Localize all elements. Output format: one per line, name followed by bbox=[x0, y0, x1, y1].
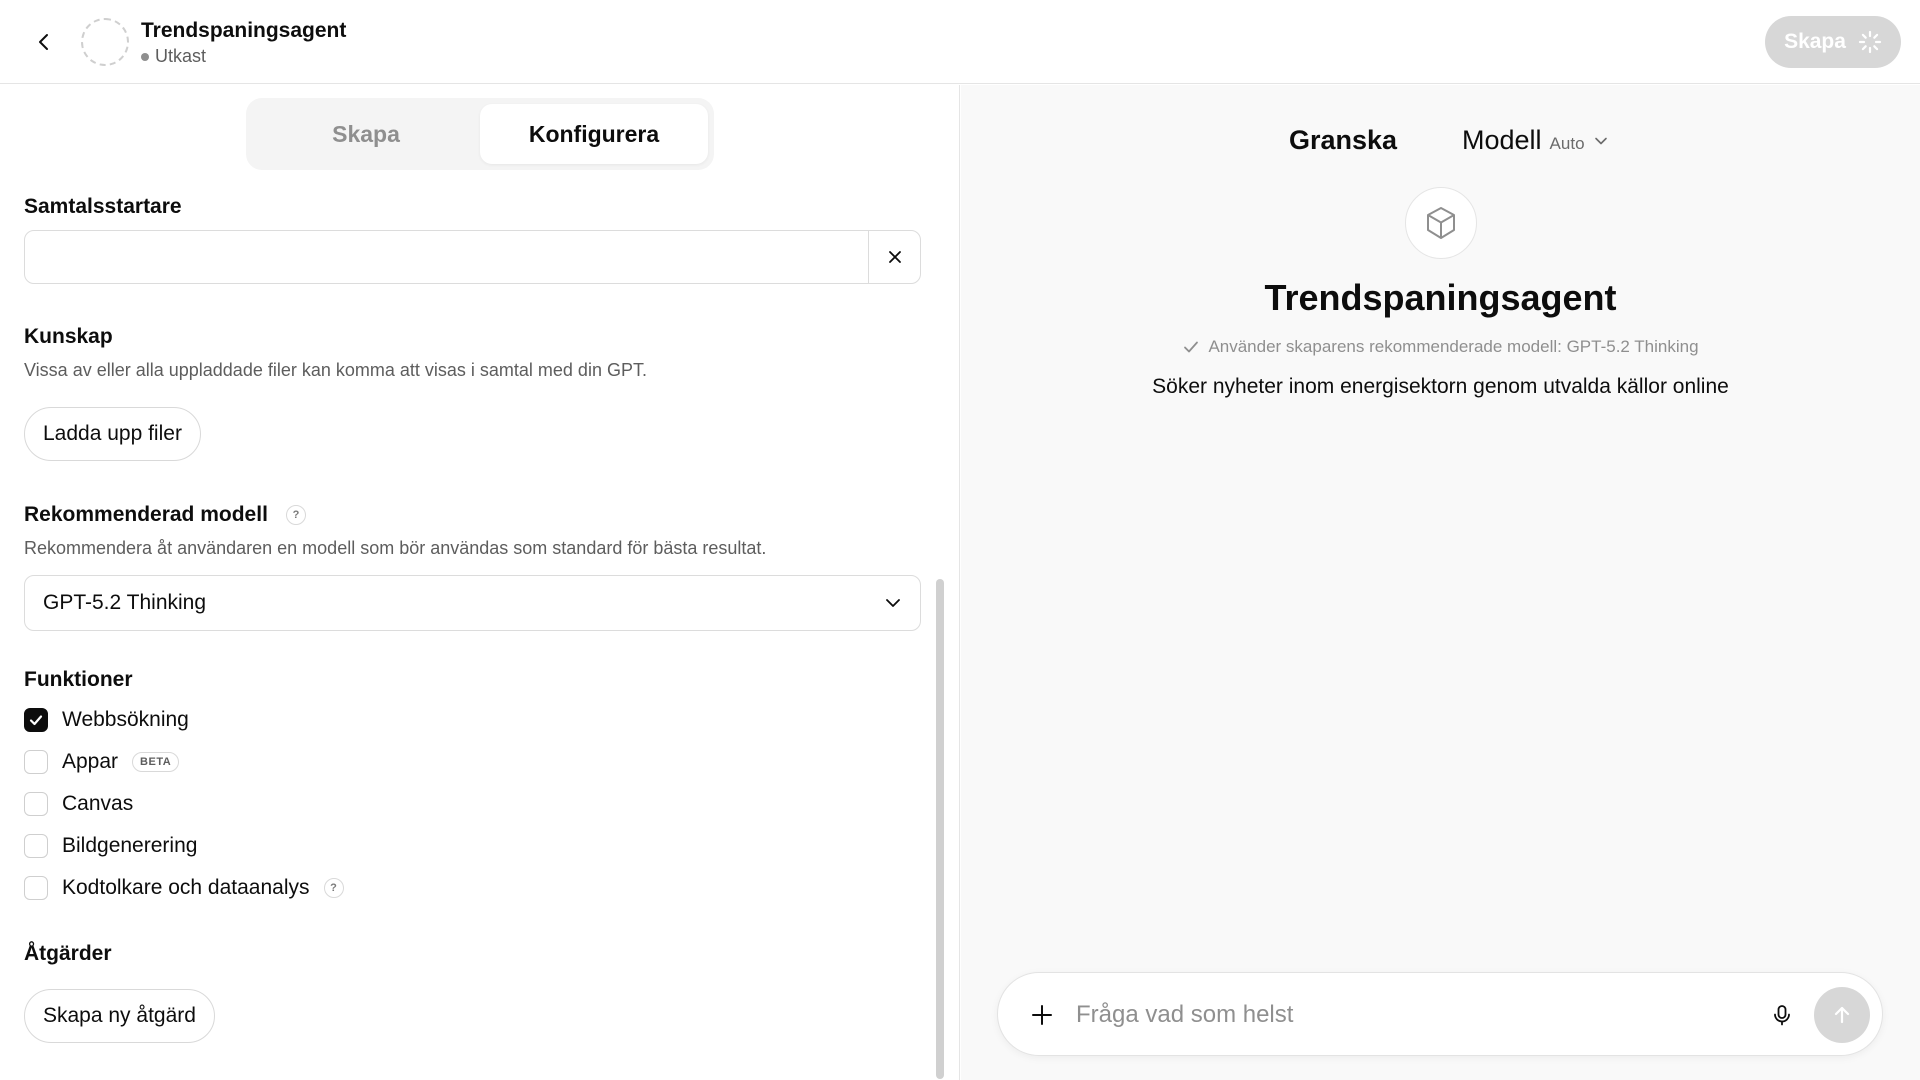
feature-label: Kodtolkare och dataanalys bbox=[62, 876, 310, 899]
model-picker-value: Auto bbox=[1549, 134, 1585, 153]
beta-badge: BETA bbox=[132, 752, 180, 772]
plus-icon bbox=[1032, 1005, 1052, 1025]
gpt-title-block: Trendspaningsagent Utkast bbox=[141, 18, 346, 67]
config-panel: Skapa Konfigurera Samtalsstartare Kunska… bbox=[0, 85, 960, 1080]
knowledge-heading: Kunskap bbox=[24, 325, 113, 348]
preview-gpt-description: Söker nyheter inom energisektorn genom u… bbox=[1152, 375, 1729, 398]
create-action-button[interactable]: Skapa ny åtgärd bbox=[24, 989, 215, 1043]
dictate-button[interactable] bbox=[1766, 999, 1798, 1031]
model-picker[interactable]: Modell Auto bbox=[1462, 125, 1609, 156]
upload-files-button[interactable]: Ladda upp filer bbox=[24, 407, 201, 461]
conversation-starters-heading: Samtalsstartare bbox=[24, 195, 182, 218]
gpt-icon bbox=[1405, 187, 1477, 259]
top-bar: Trendspaningsagent Utkast Skapa bbox=[0, 0, 1920, 84]
create-button[interactable]: Skapa bbox=[1765, 16, 1901, 68]
apps-checkbox[interactable] bbox=[24, 750, 48, 774]
gpt-avatar-placeholder[interactable] bbox=[81, 18, 129, 66]
chat-composer bbox=[997, 972, 1883, 1056]
chevron-down-icon bbox=[1594, 137, 1607, 145]
feature-code-interpreter[interactable]: Kodtolkare och dataanalys ? bbox=[24, 876, 344, 900]
image-generation-checkbox[interactable] bbox=[24, 834, 48, 858]
feature-label: Canvas bbox=[62, 792, 134, 815]
recommended-model-description: Rekommendera åt användaren en modell som… bbox=[24, 538, 767, 558]
spinner-icon bbox=[1858, 30, 1882, 54]
preview-gpt-name: Trendspaningsagent bbox=[1264, 277, 1617, 318]
model-help-icon[interactable]: ? bbox=[286, 505, 306, 525]
conversation-starter-row bbox=[24, 230, 921, 284]
tab-create[interactable]: Skapa bbox=[252, 104, 480, 164]
chevron-down-icon bbox=[886, 599, 900, 607]
recommended-model-note-text: Använder skaparens rekommenderade modell… bbox=[1208, 337, 1699, 356]
feature-canvas[interactable]: Canvas bbox=[24, 792, 133, 816]
mode-switch: Skapa Konfigurera bbox=[246, 98, 714, 170]
arrow-up-icon bbox=[1834, 1006, 1850, 1024]
check-icon bbox=[29, 715, 43, 726]
gpt-title: Trendspaningsagent bbox=[141, 19, 347, 42]
functions-heading: Funktioner bbox=[24, 668, 133, 691]
feature-apps[interactable]: Appar BETA bbox=[24, 750, 180, 774]
knowledge-description: Vissa av eller alla uppladdade filer kan… bbox=[24, 360, 647, 380]
send-button[interactable] bbox=[1814, 987, 1870, 1043]
close-icon bbox=[888, 251, 901, 263]
recommended-model-heading: Rekommenderad modell bbox=[24, 503, 268, 526]
feature-label: Appar bbox=[62, 750, 119, 773]
canvas-checkbox[interactable] bbox=[24, 792, 48, 816]
web-search-checkbox[interactable] bbox=[24, 708, 48, 732]
code-interpreter-help-icon[interactable]: ? bbox=[323, 878, 344, 898]
draft-status: Utkast bbox=[141, 46, 346, 67]
recommended-model-note: Använder skaparens rekommenderade modell… bbox=[961, 337, 1920, 357]
back-button[interactable] bbox=[28, 26, 60, 58]
conversation-starter-input[interactable] bbox=[25, 231, 868, 283]
check-icon bbox=[1184, 341, 1199, 353]
status-dot bbox=[141, 52, 149, 61]
feature-label: Bildgenerering bbox=[62, 834, 198, 857]
message-input[interactable] bbox=[1076, 993, 1736, 1037]
config-scrollbar[interactable] bbox=[936, 579, 944, 1079]
actions-heading: Åtgärder bbox=[24, 942, 112, 965]
recommended-model-value: GPT-5.2 Thinking bbox=[43, 591, 207, 614]
back-chevron-icon bbox=[39, 34, 48, 50]
feature-label: Webbsökning bbox=[62, 708, 189, 731]
feature-web-search[interactable]: Webbsökning bbox=[24, 708, 189, 732]
preview-heading: Granska bbox=[1289, 125, 1398, 155]
cube-icon bbox=[1427, 207, 1455, 239]
recommended-model-select[interactable]: GPT-5.2 Thinking bbox=[24, 575, 921, 631]
status-text: Utkast bbox=[155, 46, 207, 66]
create-button-label: Skapa bbox=[1784, 30, 1846, 53]
tab-configure[interactable]: Konfigurera bbox=[480, 104, 708, 164]
code-interpreter-checkbox[interactable] bbox=[24, 876, 48, 900]
add-attachment-button[interactable] bbox=[1026, 999, 1058, 1031]
feature-image-generation[interactable]: Bildgenerering bbox=[24, 834, 197, 858]
clear-starter-button[interactable] bbox=[868, 231, 920, 283]
model-picker-label: Modell bbox=[1462, 125, 1542, 155]
mic-icon bbox=[1774, 1005, 1790, 1026]
